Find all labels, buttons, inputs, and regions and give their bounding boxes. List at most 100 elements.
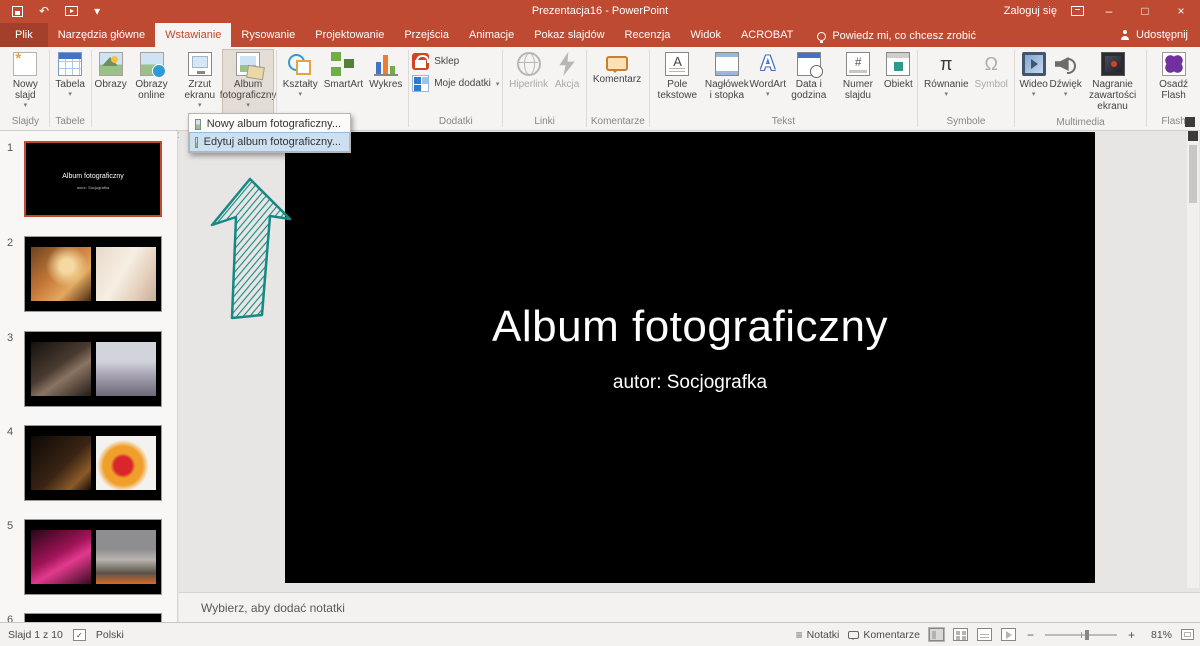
button-label: Obrazy online	[130, 79, 174, 101]
date-time-button[interactable]: Data i godzina	[784, 50, 834, 103]
photo-album-dropdown-menu: Nowy album fotograficzny... Edytuj album…	[188, 113, 351, 153]
edit-photo-album-icon	[195, 137, 198, 148]
notes-placeholder: Wybierz, aby dodać notatki	[201, 601, 345, 615]
notes-toggle-button[interactable]: ≡ Notatki	[796, 628, 840, 642]
tab-design[interactable]: Projektowanie	[305, 23, 394, 47]
notes-area[interactable]: Wybierz, aby dodać notatki	[179, 592, 1200, 622]
symbol-icon: Ω	[979, 52, 1003, 76]
slide-subtitle-text[interactable]: autor: Socjografka	[285, 372, 1095, 394]
current-slide[interactable]: Album fotograficzny autor: Socjografka	[285, 132, 1095, 583]
customize-quick-access-button[interactable]: ▾	[94, 5, 100, 17]
thumbnail-image[interactable]	[24, 519, 162, 595]
slide-thumbnail-2[interactable]: 2	[0, 236, 177, 312]
zoom-level[interactable]: 81%	[1146, 629, 1172, 641]
photo-placeholder	[31, 342, 91, 396]
spellcheck-icon[interactable]: ✓	[73, 629, 86, 641]
thumbnail-image[interactable]	[24, 613, 162, 622]
tab-view[interactable]: Widok	[680, 23, 731, 47]
action-button[interactable]: Akcja	[551, 50, 583, 92]
minimize-button[interactable]: –	[1098, 4, 1120, 18]
new-slide-button[interactable]: Nowy slajd ▾	[5, 50, 46, 111]
action-icon	[555, 52, 579, 76]
slide-title-text[interactable]: Album fotograficzny	[285, 302, 1095, 352]
screen-recording-button[interactable]: Nagranie zawartości ekranu	[1082, 50, 1144, 115]
store-button[interactable]: Sklep	[412, 53, 459, 70]
undo-button[interactable]: ↶	[39, 5, 49, 17]
notes-icon: ≡	[796, 628, 803, 642]
tab-slideshow[interactable]: Pokaz slajdów	[524, 23, 614, 47]
video-button[interactable]: Wideo ▾	[1018, 50, 1050, 100]
comment-button[interactable]: Komentarz	[590, 50, 644, 87]
embed-flash-button[interactable]: Osadź Flash	[1150, 50, 1197, 103]
screenshot-button[interactable]: Zrzut ekranu ▾	[176, 50, 223, 111]
scroll-up-button[interactable]	[1188, 131, 1198, 141]
screenshot-icon	[188, 52, 212, 76]
view-slideshow-button[interactable]	[1001, 628, 1016, 641]
group-label-links: Linki	[503, 114, 586, 130]
slide-thumbnail-5[interactable]: 5	[0, 519, 177, 595]
tab-insert[interactable]: Wstawianie	[155, 23, 231, 47]
maximize-button[interactable]: □	[1134, 4, 1156, 18]
tab-home[interactable]: Narzędzia główne	[48, 23, 155, 47]
online-pictures-button[interactable]: Obrazy online	[127, 50, 177, 103]
slide-thumbnail-1[interactable]: 1 Album fotograficzny autor: Socjografka	[0, 141, 177, 217]
my-addins-button[interactable]: Moje dodatki ▾	[412, 75, 499, 92]
smartart-button[interactable]: SmartArt	[321, 50, 366, 92]
slide-thumbnail-6[interactable]: 6	[0, 613, 177, 622]
scrollbar-thumb[interactable]	[1189, 145, 1197, 203]
zoom-out-button[interactable]: −	[1025, 628, 1036, 642]
audio-button[interactable]: Dźwięk ▾	[1050, 50, 1082, 100]
sign-in-link[interactable]: Zaloguj się	[1004, 5, 1057, 17]
wordart-button[interactable]: A WordArt ▾	[752, 50, 784, 100]
save-button[interactable]	[12, 6, 23, 17]
photo-placeholder	[31, 247, 91, 301]
ribbon-display-options-icon[interactable]	[1071, 6, 1084, 16]
language-button[interactable]: Polski	[96, 629, 124, 641]
thumbnail-image[interactable]: Album fotograficzny autor: Socjografka	[24, 141, 162, 217]
slide-number-button[interactable]: Numer slajdu	[834, 50, 883, 103]
collapse-ribbon-button[interactable]	[1185, 117, 1195, 127]
vertical-scrollbar[interactable]	[1187, 131, 1199, 588]
view-slide-sorter-button[interactable]	[953, 628, 968, 641]
tell-me-box[interactable]: Powiedz mi, co chcesz zrobić	[817, 30, 976, 47]
share-label: Udostępnij	[1136, 29, 1188, 41]
fit-slide-to-window-button[interactable]	[1181, 629, 1194, 640]
menu-item-edit-photo-album[interactable]: Edytuj album fotograficzny...	[190, 133, 349, 151]
thumbnail-image[interactable]	[24, 236, 162, 312]
start-slideshow-button[interactable]	[65, 6, 78, 16]
chart-button[interactable]: Wykres	[366, 50, 405, 92]
zoom-slider-handle[interactable]	[1085, 630, 1089, 640]
chevron-down-icon: ▾	[1032, 91, 1036, 98]
tab-transitions[interactable]: Przejścia	[394, 23, 459, 47]
slide-thumbnail-3[interactable]: 3	[0, 331, 177, 407]
slide-thumbnail-4[interactable]: 4	[0, 425, 177, 501]
tab-review[interactable]: Recenzja	[615, 23, 681, 47]
chevron-down-icon: ▾	[246, 102, 250, 109]
shapes-button[interactable]: Kształty ▾	[280, 50, 321, 100]
text-box-button[interactable]: Pole tekstowe	[653, 50, 703, 103]
thumbnail-image[interactable]	[24, 425, 162, 501]
hyperlink-button[interactable]: Hiperlink	[506, 50, 551, 92]
view-normal-button[interactable]	[929, 628, 944, 641]
view-reading-button[interactable]	[977, 628, 992, 641]
table-button[interactable]: Tabela ▾	[52, 50, 87, 100]
close-button[interactable]: ×	[1170, 4, 1192, 18]
picture-icon	[99, 52, 123, 76]
slide-indicator[interactable]: Slajd 1 z 10	[8, 629, 63, 641]
tab-acrobat[interactable]: ACROBAT	[731, 23, 803, 47]
zoom-in-button[interactable]: +	[1126, 628, 1137, 642]
button-label: Zrzut ekranu	[179, 79, 220, 101]
zoom-slider[interactable]	[1045, 634, 1117, 636]
tab-draw[interactable]: Rysowanie	[231, 23, 305, 47]
comments-toggle-button[interactable]: Komentarze	[848, 629, 920, 641]
header-footer-button[interactable]: Nagłówek i stopka	[702, 50, 752, 103]
equation-button[interactable]: π Równanie ▾	[921, 50, 971, 100]
tab-file[interactable]: Plik	[0, 23, 48, 47]
share-button[interactable]: Udostępnij	[1108, 23, 1200, 47]
tab-animations[interactable]: Animacje	[459, 23, 524, 47]
object-button[interactable]: Obiekt	[882, 50, 914, 92]
thumbnail-image[interactable]	[24, 331, 162, 407]
pictures-button[interactable]: Obrazy	[95, 50, 127, 92]
menu-item-new-photo-album[interactable]: Nowy album fotograficzny...	[190, 115, 349, 133]
symbol-button[interactable]: Ω Symbol	[972, 50, 1011, 92]
